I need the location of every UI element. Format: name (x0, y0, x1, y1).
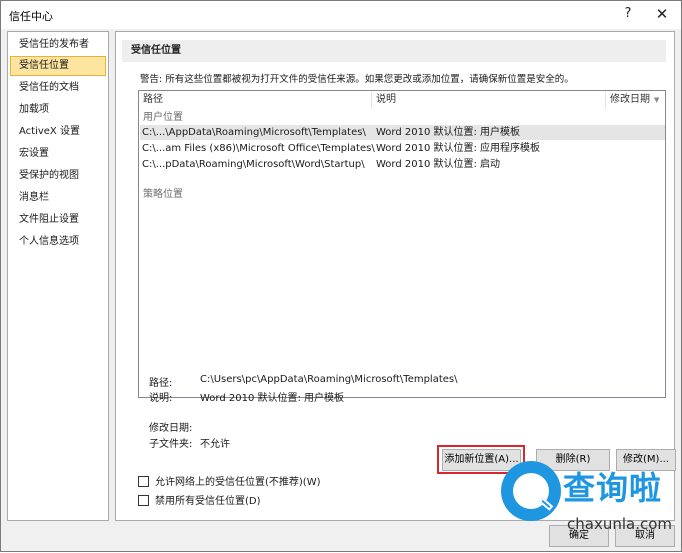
sidebar: 受信任的发布者 受信任位置 受信任的文档 加载项 ActiveX 设置 宏设置 … (7, 31, 109, 521)
checkbox-label: 禁用所有受信任位置(D) (155, 496, 261, 507)
column-header-date-label: 修改日期 (610, 94, 650, 105)
dialog-title: 信任中心 (9, 10, 53, 23)
detail-description-label: 说明: (149, 393, 173, 404)
checkbox-label: 允许网络上的受信任位置(不推荐)(W) (155, 477, 321, 488)
detail-description-value: Word 2010 默认位置: 用户模板 (200, 393, 345, 404)
sidebar-item-trusted-documents[interactable]: 受信任的文档 (10, 78, 106, 98)
warning-text: 警告: 所有这些位置都被视为打开文件的受信任来源。如果您更改或添加位置，请确保新… (140, 74, 574, 85)
help-button[interactable]: ? (613, 2, 643, 26)
column-header-path[interactable]: 路径 (139, 91, 372, 109)
checkbox-icon (138, 476, 149, 487)
group-label-user-locations: 用户位置 (143, 112, 183, 123)
disable-all-locations-checkbox[interactable]: 禁用所有受信任位置(D) (138, 494, 261, 510)
trust-center-dialog: 信任中心 ? ✕ 受信任的发布者 受信任位置 受信任的文档 加载项 Active… (0, 0, 682, 552)
table-row[interactable]: C:\...pData\Roaming\Microsoft\Word\Start… (140, 157, 665, 172)
column-header-description-label: 说明 (376, 94, 396, 105)
main-panel: 受信任位置 警告: 所有这些位置都被视为打开文件的受信任来源。如果您更改或添加位… (115, 31, 675, 521)
row-path: C:\...am Files (x86)\Microsoft Office\Te… (142, 143, 375, 154)
sidebar-item-activex-settings[interactable]: ActiveX 设置 (10, 122, 106, 142)
title-bar: 信任中心 ? ✕ (1, 1, 681, 29)
row-path: C:\...\AppData\Roaming\Microsoft\Templat… (142, 127, 366, 138)
sidebar-item-macro-settings[interactable]: 宏设置 (10, 144, 106, 164)
row-description: Word 2010 默认位置: 启动 (376, 159, 501, 170)
watermark-logo-icon (501, 461, 561, 521)
table-row[interactable]: C:\...am Files (x86)\Microsoft Office\Te… (140, 141, 665, 156)
row-description: Word 2010 默认位置: 用户模板 (376, 127, 521, 138)
table-row[interactable]: C:\...\AppData\Roaming\Microsoft\Templat… (140, 125, 665, 140)
detail-path-value: C:\Users\pc\AppData\Roaming\Microsoft\Te… (200, 374, 458, 385)
sidebar-item-privacy-options[interactable]: 个人信息选项 (10, 232, 106, 252)
watermark-url: chaxunla.com (567, 515, 672, 533)
detail-subfolders-label: 子文件夹: (149, 439, 193, 450)
detail-path-label: 路径: (149, 378, 173, 389)
column-header-path-label: 路径 (143, 94, 163, 105)
sidebar-item-message-bar[interactable]: 消息栏 (10, 188, 106, 208)
trusted-locations-list[interactable]: 路径 说明 修改日期 ▼ 用户位置 C:\...\AppData\Roaming\… (138, 90, 666, 398)
row-description: Word 2010 默认位置: 应用程序模板 (376, 143, 541, 154)
row-path: C:\...pData\Roaming\Microsoft\Word\Start… (142, 159, 365, 170)
sidebar-item-add-ins[interactable]: 加载项 (10, 100, 106, 120)
sidebar-item-protected-view[interactable]: 受保护的视图 (10, 166, 106, 186)
section-title: 受信任位置 (122, 40, 666, 62)
close-button[interactable]: ✕ (647, 2, 677, 26)
detail-date-label: 修改日期: (149, 423, 193, 434)
sidebar-item-trusted-locations[interactable]: 受信任位置 (10, 56, 106, 76)
column-header-date[interactable]: 修改日期 ▼ (606, 91, 666, 109)
column-header-description[interactable]: 说明 (372, 91, 606, 109)
allow-network-locations-checkbox[interactable]: 允许网络上的受信任位置(不推荐)(W) (138, 475, 321, 491)
detail-subfolders-value: 不允许 (200, 439, 230, 450)
group-label-policy-locations: 策略位置 (143, 189, 183, 200)
sort-down-icon: ▼ (654, 96, 660, 104)
sidebar-item-file-block-settings[interactable]: 文件阻止设置 (10, 210, 106, 230)
sidebar-item-trusted-publishers[interactable]: 受信任的发布者 (10, 35, 106, 55)
checkbox-icon (138, 495, 149, 506)
watermark: 查询啦 chaxunla.com (501, 457, 682, 553)
watermark-title: 查询啦 (563, 469, 663, 507)
